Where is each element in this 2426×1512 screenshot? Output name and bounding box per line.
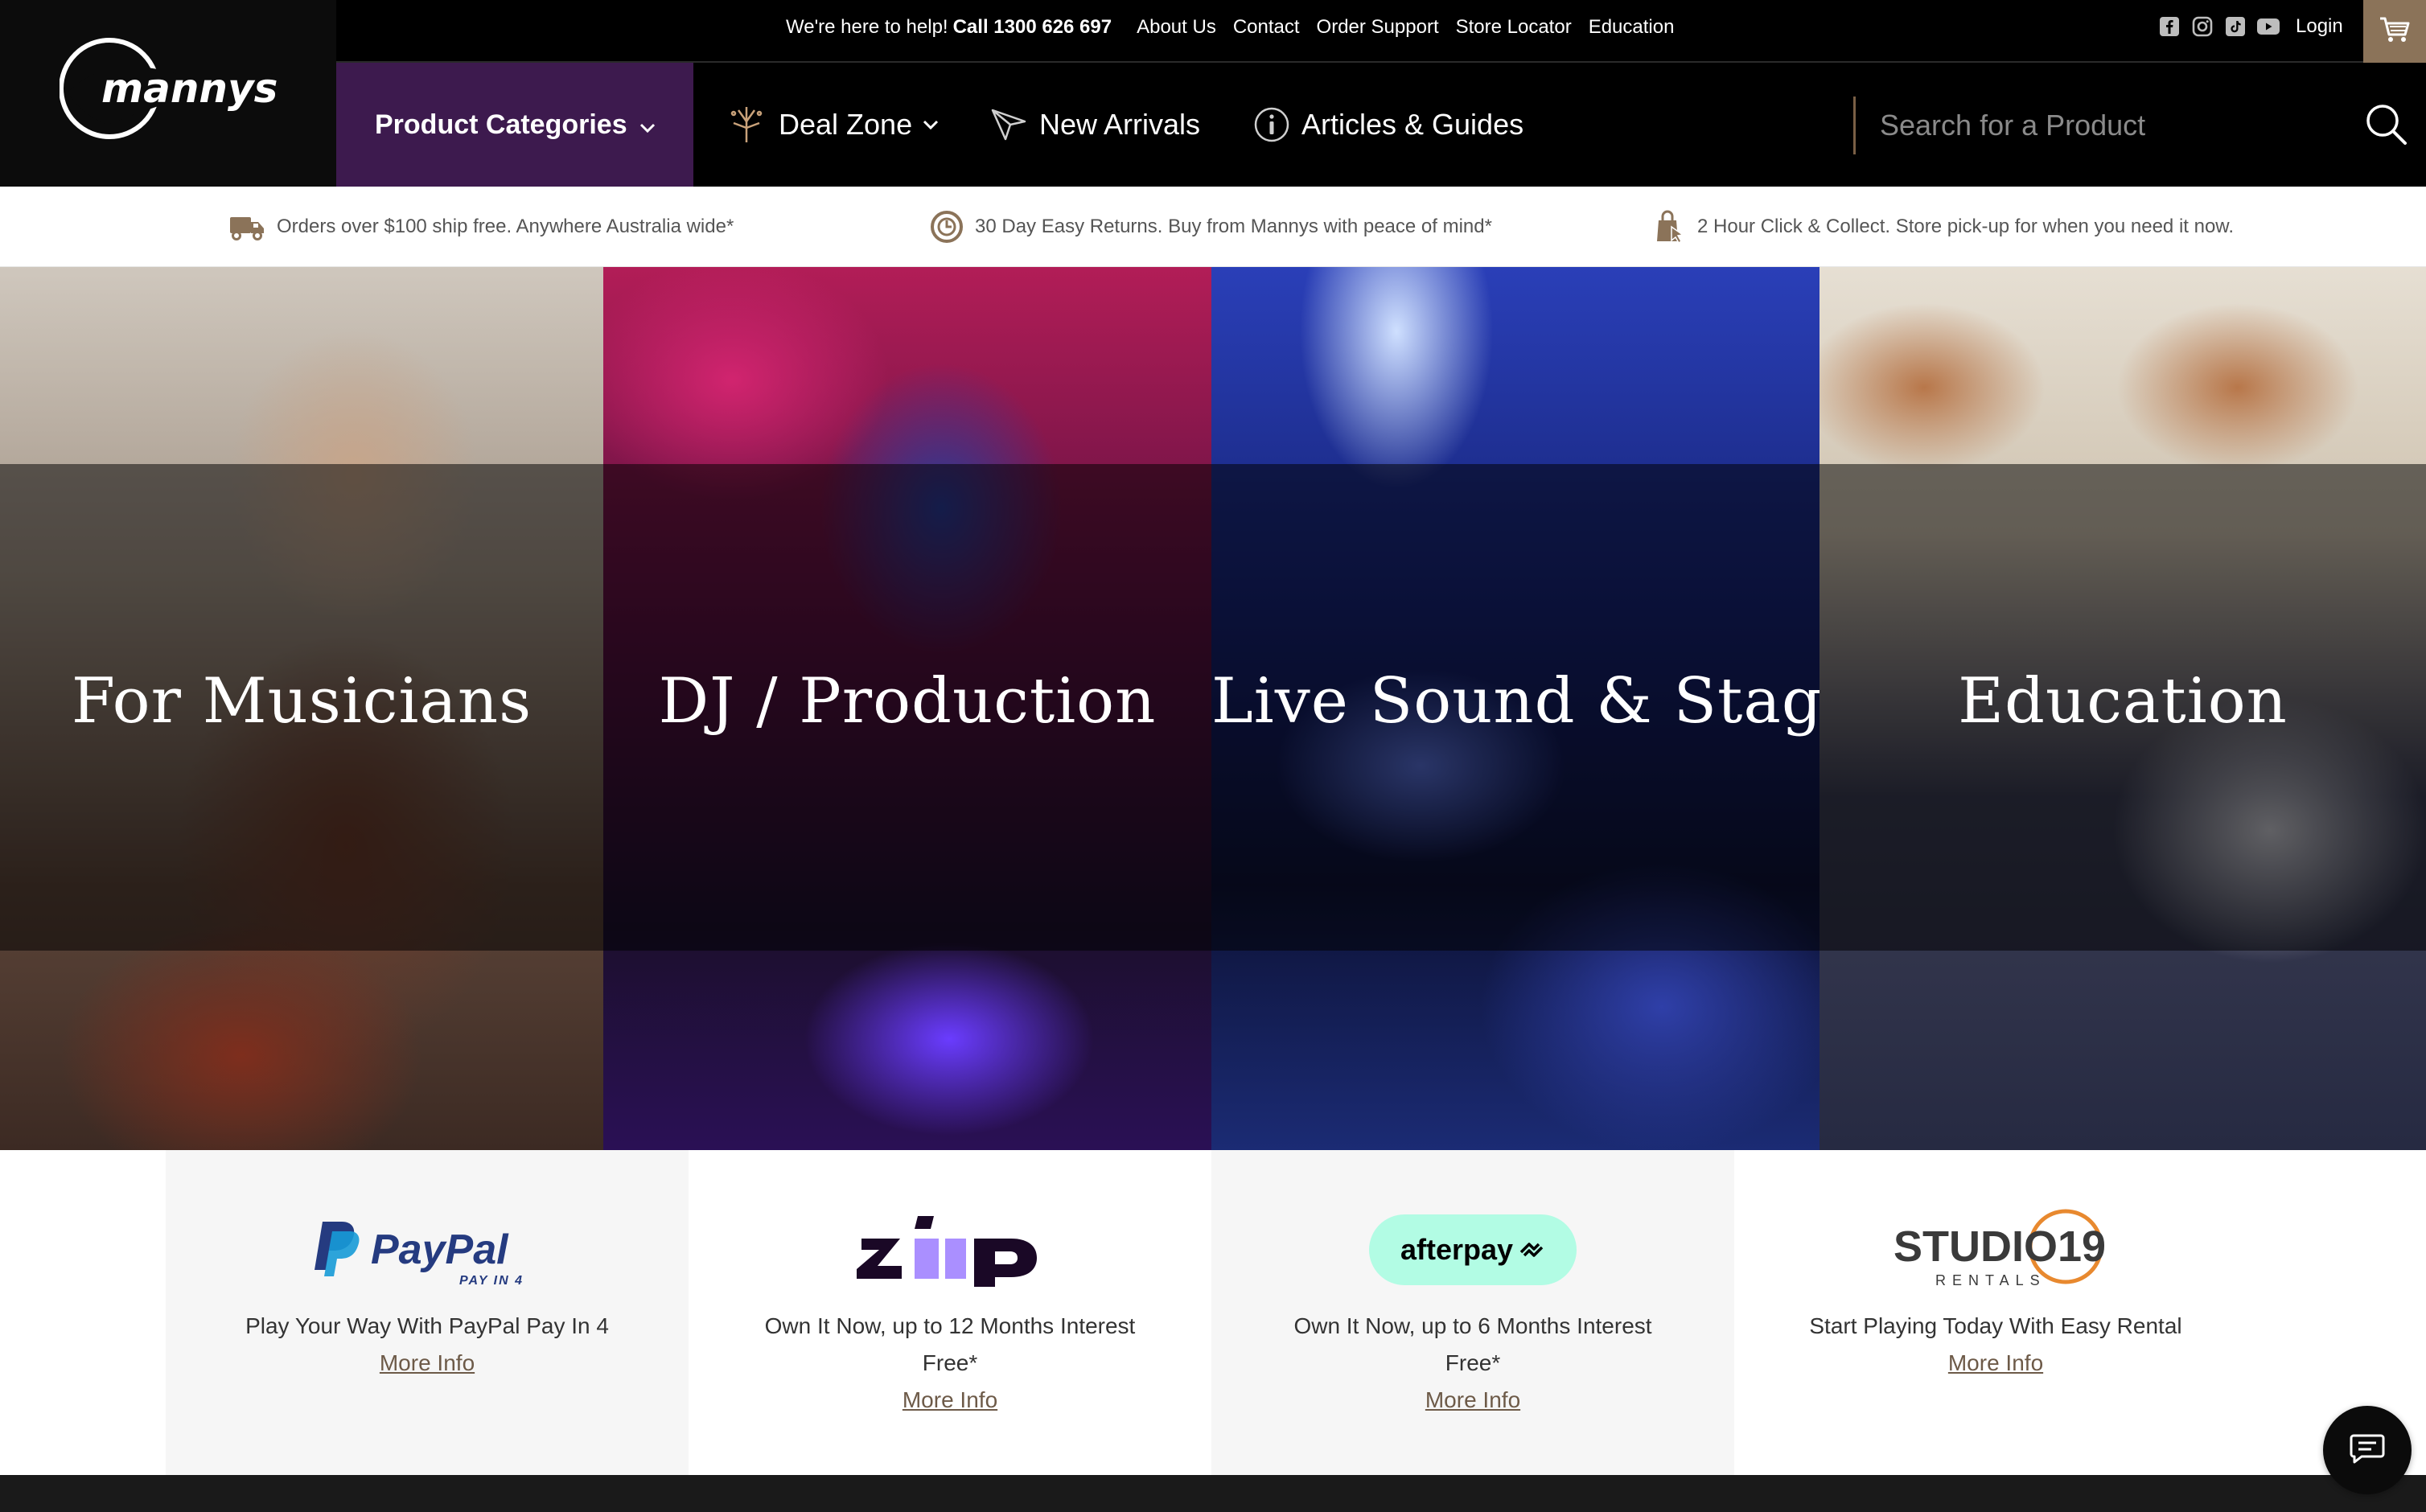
- logo-box: mannys: [0, 0, 336, 187]
- chevron-down-icon: [639, 109, 656, 141]
- logo-text: mannys: [101, 65, 278, 112]
- chat-icon: [2349, 1432, 2386, 1469]
- studio19-more-info-link[interactable]: More Info: [1948, 1345, 2043, 1382]
- deal-zone-menu[interactable]: Deal Zone: [726, 63, 940, 187]
- returns-badge-icon: [930, 210, 964, 244]
- studio19-card: STUDIO19 RENTALS Start Playing Today Wit…: [1734, 1150, 2257, 1475]
- link-about-us[interactable]: About Us: [1137, 16, 1216, 39]
- main-navigation: Product Categories Deal Zone New Arrival…: [336, 63, 2426, 187]
- link-store-locator[interactable]: Store Locator: [1456, 16, 1572, 39]
- login-link[interactable]: Login: [2296, 15, 2343, 38]
- benefits-strip: Orders over $100 ship free. Anywhere Aus…: [0, 187, 2426, 267]
- link-contact[interactable]: Contact: [1233, 16, 1300, 39]
- cart-button[interactable]: [2363, 0, 2426, 63]
- payment-options: PayPal PAY IN 4 Play Your Way With PayPa…: [0, 1150, 2426, 1475]
- tile-education[interactable]: Education: [1820, 267, 2426, 1150]
- facebook-icon[interactable]: [2158, 15, 2181, 38]
- paypal-logo: PayPal PAY IN 4: [166, 1213, 689, 1287]
- tile-dj-production[interactable]: DJ / Production: [603, 267, 1211, 1150]
- new-arrivals-link[interactable]: New Arrivals: [989, 63, 1200, 187]
- paypal-logo-sub: PAY IN 4: [459, 1274, 524, 1286]
- utility-links: We're here to help! Call 1300 626 697 Ab…: [786, 14, 1691, 40]
- studio19-desc-text: Start Playing Today With Easy Rental: [1809, 1313, 2182, 1338]
- articles-guides-link[interactable]: Articles & Guides: [1253, 63, 1523, 187]
- paypal-card: PayPal PAY IN 4 Play Your Way With PayPa…: [166, 1150, 689, 1475]
- search-input[interactable]: [1880, 103, 2330, 148]
- link-order-support[interactable]: Order Support: [1317, 16, 1439, 39]
- footer-strip: [0, 1475, 2426, 1512]
- search-box: [1853, 97, 2412, 154]
- afterpay-logo-text: afterpay: [1400, 1233, 1514, 1266]
- info-icon: [1253, 106, 1290, 143]
- tile-live-sound-stage[interactable]: Live Sound & Stage: [1211, 267, 1820, 1150]
- tiktok-icon[interactable]: [2224, 15, 2247, 38]
- mannys-logo[interactable]: mannys: [59, 36, 278, 141]
- tile-title: DJ / Production: [658, 665, 1157, 738]
- product-categories-menu[interactable]: Product Categories: [336, 63, 693, 187]
- studio19-description: Start Playing Today With Easy Rental Mor…: [1791, 1308, 2201, 1382]
- chevron-down-icon: [922, 119, 940, 130]
- fireworks-icon: [726, 104, 767, 146]
- zip-description: Own It Now, up to 12 Months Interest Fre…: [745, 1308, 1155, 1419]
- new-arrivals-label: New Arrivals: [1039, 108, 1201, 141]
- tile-title: Education: [1958, 665, 2288, 738]
- afterpay-logo: afterpay: [1211, 1213, 1734, 1287]
- youtube-icon[interactable]: [2257, 15, 2280, 38]
- easy-returns-text: 30 Day Easy Returns. Buy from Mannys wit…: [975, 216, 1492, 237]
- afterpay-description: Own It Now, up to 6 Months Interest Free…: [1268, 1308, 1678, 1419]
- help-text: We're here to help!: [786, 16, 948, 38]
- paypal-logo-text: PayPal: [371, 1226, 509, 1273]
- chat-button[interactable]: [2323, 1406, 2412, 1494]
- truck-icon: [228, 212, 265, 241]
- paper-plane-icon: [989, 107, 1028, 142]
- top-utility-bar: We're here to help! Call 1300 626 697 Ab…: [0, 0, 2426, 63]
- afterpay-more-info-link[interactable]: More Info: [1425, 1382, 1520, 1419]
- studio19-logo: STUDIO19 RENTALS: [1734, 1209, 2257, 1288]
- afterpay-desc-text: Own It Now, up to 6 Months Interest Free…: [1293, 1313, 1652, 1375]
- search-button[interactable]: [2360, 100, 2412, 151]
- afterpay-arrows-icon: [1518, 1241, 1545, 1259]
- instagram-icon[interactable]: [2191, 15, 2214, 38]
- deal-zone-label: Deal Zone: [779, 108, 913, 141]
- free-shipping-info: Orders over $100 ship free. Anywhere Aus…: [228, 207, 734, 246]
- paypal-desc-text: Play Your Way With PayPal Pay In 4: [245, 1313, 609, 1338]
- paypal-more-info-link[interactable]: More Info: [380, 1345, 475, 1382]
- afterpay-card: afterpay Own It Now, up to 6 Months Inte…: [1211, 1150, 1734, 1475]
- phone-number[interactable]: Call 1300 626 697: [953, 16, 1112, 39]
- category-tiles: For Musicians DJ / Production Live Sound…: [0, 267, 2426, 1150]
- search-icon: [2363, 101, 2408, 150]
- easy-returns-info: 30 Day Easy Returns. Buy from Mannys wit…: [930, 207, 1492, 246]
- studio19-logo-text: STUDIO19: [1894, 1222, 2104, 1271]
- free-shipping-text: Orders over $100 ship free. Anywhere Aus…: [277, 216, 734, 237]
- click-collect-text: 2 Hour Click & Collect. Store pick-up fo…: [1697, 216, 2234, 237]
- tile-title: For Musicians: [71, 665, 532, 738]
- product-categories-label: Product Categories: [375, 109, 627, 140]
- studio19-logo-sub: RENTALS: [1935, 1272, 2046, 1288]
- tile-title: Live Sound & Stage: [1211, 665, 1820, 738]
- articles-guides-label: Articles & Guides: [1301, 108, 1524, 141]
- click-collect-info: 2 Hour Click & Collect. Store pick-up fo…: [1654, 207, 2234, 246]
- zip-more-info-link[interactable]: More Info: [903, 1382, 997, 1419]
- tile-for-musicians[interactable]: For Musicians: [0, 267, 603, 1150]
- link-education[interactable]: Education: [1589, 16, 1675, 39]
- click-collect-icon: [1654, 209, 1686, 244]
- cart-icon: [2379, 15, 2411, 48]
- social-and-login: Login: [2158, 0, 2343, 53]
- paypal-description: Play Your Way With PayPal Pay In 4 More …: [222, 1308, 632, 1382]
- afterpay-pill: afterpay: [1369, 1214, 1577, 1285]
- zip-desc-text: Own It Now, up to 12 Months Interest Fre…: [764, 1313, 1136, 1375]
- zip-card: Own It Now, up to 12 Months Interest Fre…: [689, 1150, 1211, 1475]
- zip-logo: [689, 1213, 1211, 1287]
